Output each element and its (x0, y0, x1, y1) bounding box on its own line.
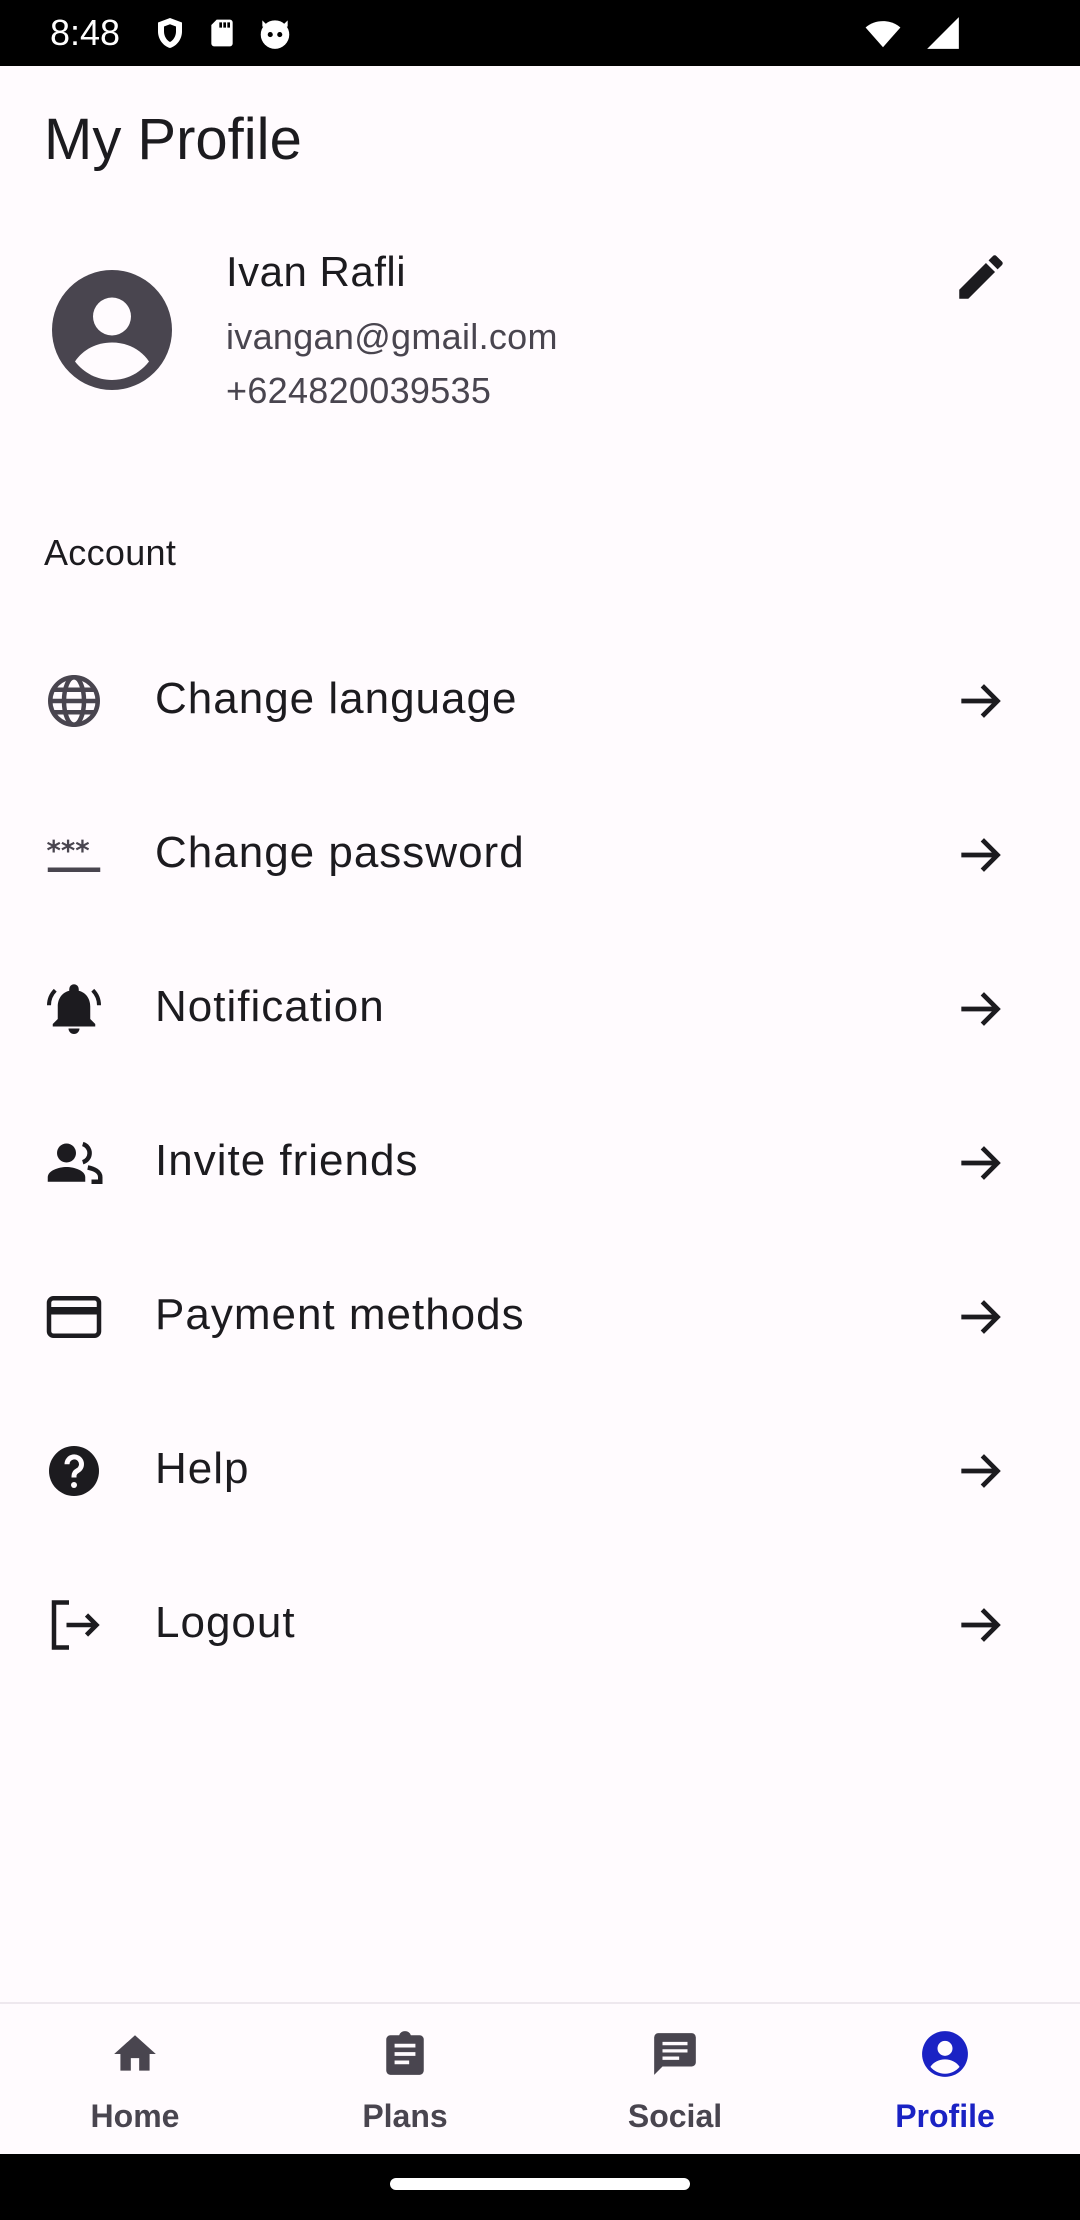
person-icon (915, 2024, 975, 2084)
arrow-right-icon (950, 1441, 1010, 1501)
nav-label: Profile (895, 2098, 995, 2134)
home-icon (105, 2024, 165, 2084)
menu-item-logout[interactable]: Logout (0, 1548, 1080, 1702)
arrow-right-icon (950, 1133, 1010, 1193)
help-icon (44, 1441, 104, 1501)
menu-item-label: Change password (155, 828, 525, 877)
status-time: 8:48 (50, 12, 121, 53)
nav-item-social[interactable]: Social (540, 2004, 810, 2154)
menu-item-label: Logout (155, 1598, 296, 1647)
edit-profile-button[interactable] (946, 244, 1016, 314)
menu-item-change-language[interactable]: Change language (0, 624, 1080, 778)
signal-icon (924, 14, 962, 57)
svg-text:***: *** (47, 835, 90, 867)
arrow-right-icon (950, 1595, 1010, 1655)
nav-label: Social (627, 2098, 723, 2134)
account-menu-list: Change language *** Change password Noti… (0, 624, 1080, 1702)
bell-icon (44, 979, 104, 1039)
arrow-right-icon (950, 671, 1010, 731)
menu-item-invite-friends[interactable]: Invite friends (0, 1086, 1080, 1240)
section-label-account: Account (44, 532, 177, 573)
menu-item-label: Payment methods (155, 1290, 525, 1339)
menu-item-label: Help (155, 1444, 250, 1493)
menu-item-label: Invite friends (155, 1136, 419, 1185)
chat-icon (645, 2024, 705, 2084)
nav-label: Plans (362, 2098, 448, 2134)
menu-item-help[interactable]: Help (0, 1394, 1080, 1548)
sd-card-icon (206, 14, 238, 57)
globe-icon (44, 671, 104, 731)
menu-item-notification[interactable]: Notification (0, 932, 1080, 1086)
profile-email: ivangan@gmail.com (226, 316, 558, 357)
profile-phone: +624820039535 (226, 370, 492, 411)
account-circle-icon (52, 270, 172, 390)
menu-item-label: Change language (155, 674, 518, 723)
shield-icon (152, 14, 188, 57)
page-title: My Profile (44, 107, 302, 172)
arrow-right-icon (950, 825, 1010, 885)
gesture-navigation-bar (0, 2154, 1080, 2220)
nav-item-home[interactable]: Home (0, 2004, 270, 2154)
clipboard-icon (375, 2024, 435, 2084)
menu-item-payment-methods[interactable]: Payment methods (0, 1240, 1080, 1394)
password-icon: *** (44, 825, 104, 885)
wifi-icon (862, 14, 904, 57)
people-icon (44, 1133, 104, 1193)
pencil-icon (952, 248, 1010, 311)
menu-item-change-password[interactable]: *** Change password (0, 778, 1080, 932)
status-icons-left (152, 14, 294, 57)
profile-card: Ivan Rafli ivangan@gmail.com +6248200395… (0, 230, 1080, 450)
profile-name: Ivan Rafli (226, 248, 407, 295)
bottom-navigation: Home Plans Social Profile (0, 2002, 1080, 2154)
logout-icon (44, 1595, 104, 1655)
arrow-right-icon (950, 979, 1010, 1039)
nav-label: Home (90, 2098, 180, 2134)
cat-face-icon (256, 14, 294, 57)
nav-item-profile[interactable]: Profile (810, 2004, 1080, 2154)
credit-card-icon (44, 1287, 104, 1347)
nav-item-plans[interactable]: Plans (270, 2004, 540, 2154)
arrow-right-icon (950, 1287, 1010, 1347)
status-bar: 8:48 (0, 0, 1080, 66)
home-gesture-handle[interactable] (390, 2178, 690, 2190)
menu-item-label: Notification (155, 982, 385, 1031)
status-icons-right (862, 14, 962, 57)
